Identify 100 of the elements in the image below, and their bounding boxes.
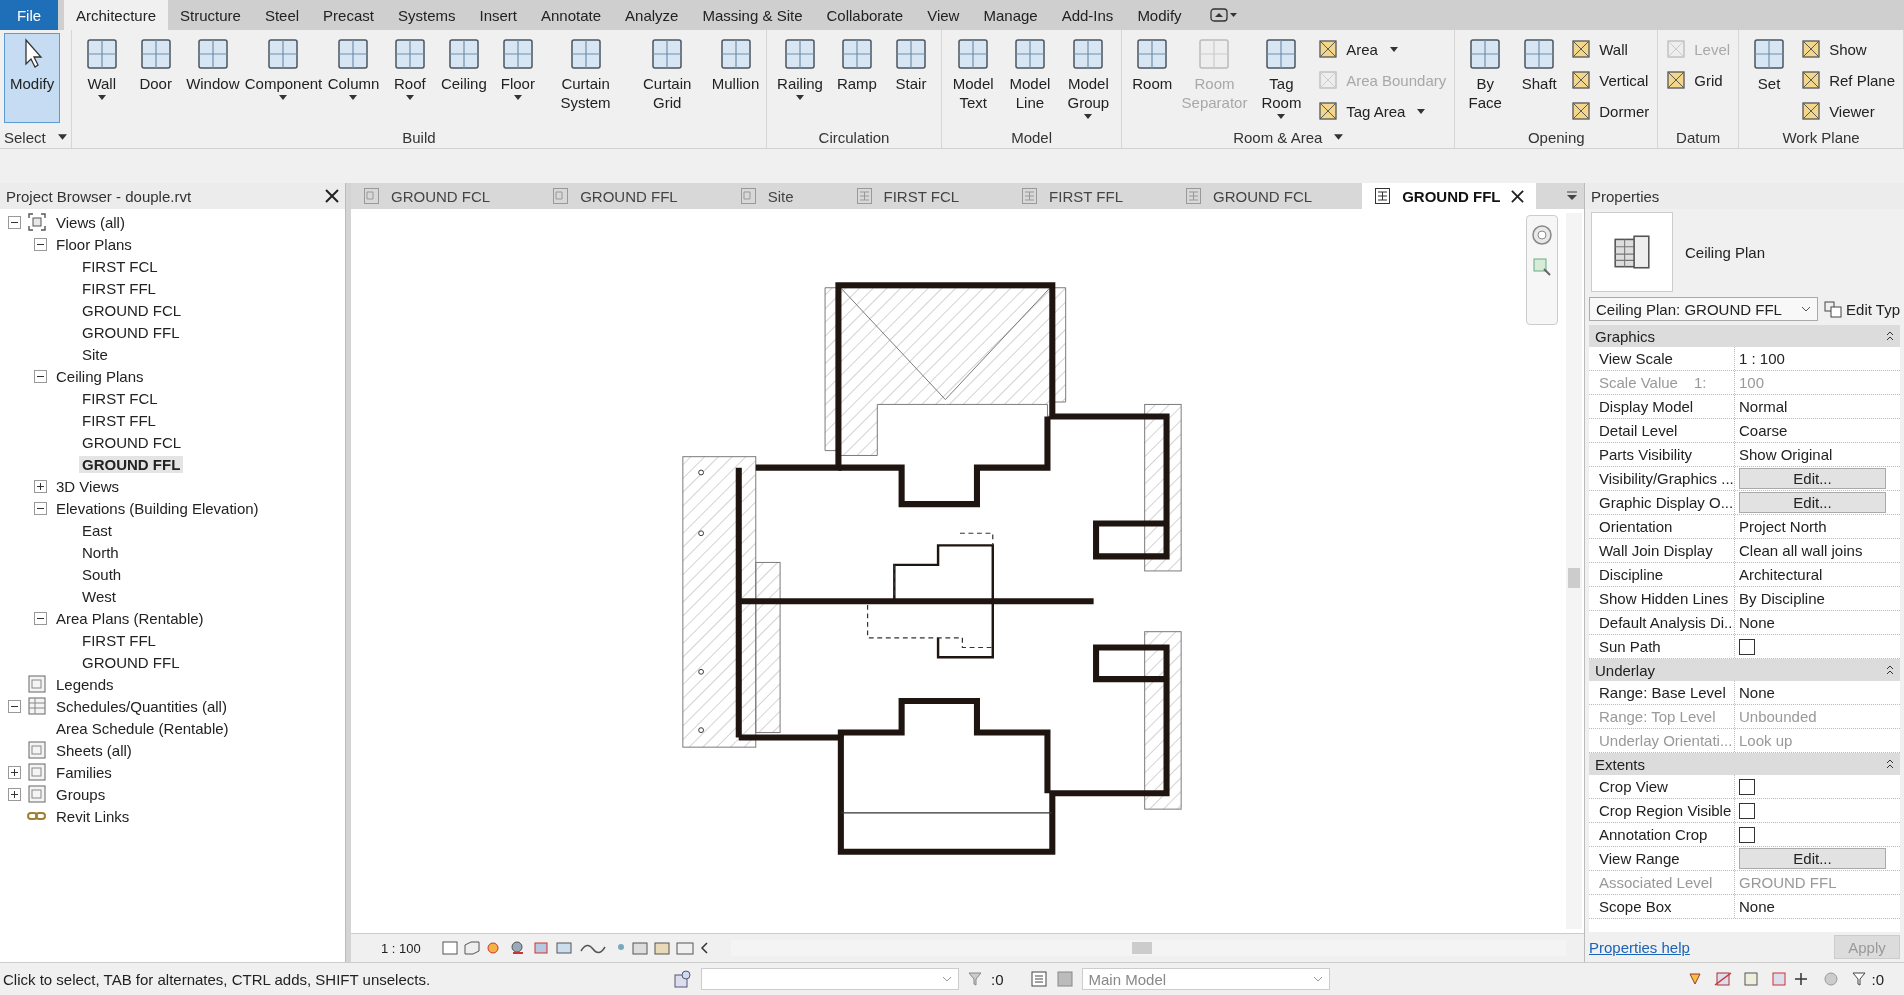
ribbon-tool-button[interactable]: Model Text <box>945 33 1001 123</box>
tree-item[interactable]: South <box>79 565 125 583</box>
checkbox[interactable] <box>1739 826 1755 843</box>
tree-item[interactable]: GROUND FCL <box>79 433 185 451</box>
tab-list-icon[interactable] <box>1566 191 1578 201</box>
ribbon-tool-button[interactable]: Curtain System <box>545 33 626 123</box>
caret-icon[interactable] <box>57 134 67 140</box>
tree-item[interactable]: FIRST FFL <box>79 411 159 429</box>
ribbon-tool-button[interactable]: Area <box>1314 35 1451 63</box>
tree-item[interactable]: 3D Views <box>53 477 123 495</box>
panel-toggle-icon[interactable] <box>1209 8 1238 22</box>
tree-item[interactable]: Floor Plans <box>53 235 135 253</box>
ribbon-tool-button[interactable]: Model Group <box>1059 33 1118 123</box>
document-tab[interactable]: Site <box>727 183 806 209</box>
collapse-icon[interactable] <box>34 611 47 625</box>
tree-item[interactable]: Schedules/Quantities (all) <box>53 697 230 715</box>
tree-item[interactable]: FIRST FFL <box>79 279 159 297</box>
design-option-dropdown[interactable]: Main Model <box>1081 968 1330 990</box>
checkbox[interactable] <box>1739 802 1755 819</box>
tree-item[interactable]: Legends <box>53 675 117 693</box>
ribbon-tab[interactable]: Massing & Site <box>690 0 815 30</box>
ribbon-tool-button[interactable]: Wall <box>75 33 128 123</box>
collapse-icon[interactable] <box>34 237 47 251</box>
collapse-icon[interactable] <box>34 369 47 383</box>
ribbon-tool-button[interactable]: Ramp <box>830 33 883 123</box>
edit-button[interactable]: Edit... <box>1739 468 1886 489</box>
close-icon[interactable] <box>325 189 339 203</box>
checkbox[interactable] <box>1739 778 1755 795</box>
worksets-icon[interactable] <box>673 969 693 989</box>
ribbon-tool-button[interactable]: Mullion <box>708 33 763 123</box>
document-tab[interactable]: GROUND FCL <box>1173 183 1325 209</box>
collapse-icon[interactable] <box>8 699 21 713</box>
collapse-icon[interactable] <box>1886 759 1894 769</box>
edit-type-button[interactable]: Edit Typ <box>1824 300 1900 318</box>
expand-icon[interactable] <box>34 479 47 493</box>
ribbon-tab[interactable]: View <box>915 0 972 30</box>
edit-button[interactable]: Edit... <box>1739 848 1886 869</box>
ribbon-tab[interactable]: Analyze <box>613 0 691 30</box>
ribbon-tool-button[interactable]: Wall <box>1567 35 1654 63</box>
ribbon-tab[interactable]: Manage <box>971 0 1050 30</box>
tree-item[interactable]: GROUND FCL <box>79 301 185 319</box>
ribbon-tool-button[interactable]: Tag Room <box>1250 33 1313 123</box>
ribbon-tool-button[interactable]: Column <box>325 33 382 123</box>
expand-icon[interactable] <box>8 765 21 779</box>
vertical-scrollbar[interactable] <box>1566 213 1582 929</box>
steering-wheel-icon[interactable] <box>1531 224 1553 246</box>
tree-item[interactable]: FIRST FFL <box>79 631 159 649</box>
caret-icon[interactable] <box>1334 134 1344 140</box>
tree-item[interactable]: GROUND FFL <box>79 455 184 473</box>
ribbon-tab[interactable]: Modify <box>1125 0 1194 30</box>
edit-button[interactable]: Edit... <box>1739 492 1886 513</box>
ribbon-tool-button[interactable]: Component <box>243 33 324 123</box>
ribbon-tool-button[interactable]: Shaft <box>1513 33 1566 123</box>
tree-item[interactable]: GROUND FFL <box>79 323 183 341</box>
tree-item[interactable]: Views (all) <box>53 213 128 231</box>
checkbox[interactable] <box>1739 638 1755 655</box>
tree-item[interactable]: Groups <box>53 785 109 803</box>
horizontal-scrollbar[interactable] <box>730 940 1566 956</box>
tree-item[interactable]: Elevations (Building Elevation) <box>53 499 262 517</box>
ribbon-tool-button[interactable]: Grid <box>1662 66 1735 94</box>
filter-icon[interactable] <box>1851 971 1868 987</box>
ribbon-tab[interactable]: Architecture <box>64 0 169 30</box>
document-tab[interactable]: FIRST FFL <box>1009 183 1135 209</box>
close-icon[interactable] <box>1510 189 1524 203</box>
document-tab[interactable]: GROUND FFL <box>540 183 690 209</box>
view-scale[interactable]: 1 : 100 <box>381 940 421 956</box>
ribbon-tool-button[interactable]: Window <box>183 33 242 123</box>
document-tab[interactable]: FIRST FCL <box>843 183 972 209</box>
ribbon-tab[interactable]: Systems <box>385 0 468 30</box>
ribbon-tool-button[interactable]: Room <box>1126 33 1179 123</box>
ribbon-tab[interactable]: Insert <box>467 0 529 30</box>
collapse-icon[interactable] <box>34 501 47 515</box>
ribbon-tool-button[interactable]: By Face <box>1459 33 1512 123</box>
ribbon-tab[interactable]: Collaborate <box>814 0 916 30</box>
ribbon-tab[interactable]: Annotate <box>529 0 614 30</box>
tree-item[interactable]: GROUND FFL <box>79 653 183 671</box>
ribbon-tool-button[interactable]: Ceiling <box>437 33 490 123</box>
tree-item[interactable]: West <box>79 587 119 605</box>
tree-item[interactable]: Families <box>53 763 115 781</box>
tree-item[interactable]: Site <box>79 345 111 363</box>
document-tab[interactable]: GROUND FFL <box>1362 183 1536 209</box>
expand-icon[interactable] <box>8 787 21 801</box>
tree-item[interactable]: East <box>79 521 115 539</box>
tree-item[interactable]: Area Plans (Rentable) <box>53 609 207 627</box>
ribbon-tool-button[interactable]: Set <box>1743 33 1796 123</box>
view-control-icons-drawing[interactable] <box>440 939 711 957</box>
collapse-icon[interactable] <box>1886 665 1894 675</box>
properties-help-link[interactable]: Properties help <box>1589 938 1690 956</box>
ribbon-tool-button[interactable]: Roof <box>383 33 436 123</box>
ribbon-tool-button[interactable]: Door <box>129 33 182 123</box>
file-menu-button[interactable]: File <box>0 0 58 30</box>
tree-item[interactable]: Area Schedule (Rentable) <box>53 719 232 737</box>
ribbon-tool-button[interactable]: Railing <box>771 33 829 123</box>
tree-item[interactable]: FIRST FCL <box>79 257 161 275</box>
ribbon-tool-button[interactable]: Show <box>1797 35 1899 63</box>
tree-item[interactable]: Sheets (all) <box>53 741 135 759</box>
tree-item[interactable]: North <box>79 543 122 561</box>
tree-item[interactable]: Revit Links <box>53 807 133 825</box>
ribbon-tool-button[interactable]: Dormer <box>1567 97 1654 125</box>
ribbon-tool-button[interactable]: Tag Area <box>1314 97 1451 125</box>
